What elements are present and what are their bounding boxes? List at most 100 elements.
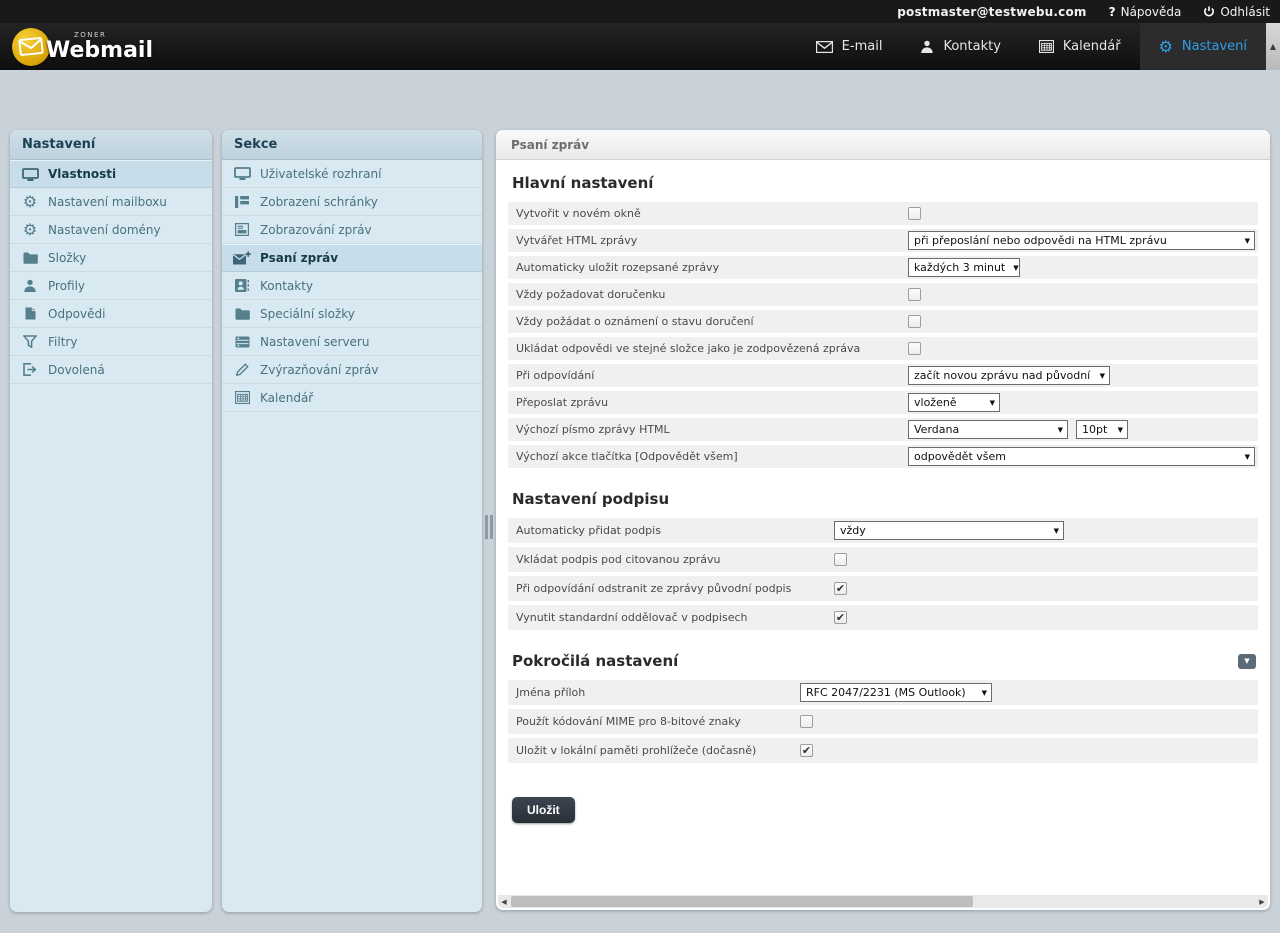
logout-link[interactable]: Odhlásit xyxy=(1203,5,1270,19)
scroll-left-arrow-icon[interactable]: ◀ xyxy=(498,895,510,908)
select-value: vloženě xyxy=(914,396,957,409)
checkbox-unchecked[interactable] xyxy=(908,288,921,301)
section-item-nastaveni-serveru[interactable]: Nastavení serveru xyxy=(222,328,482,356)
collapse-section-button[interactable]: ▼ xyxy=(1238,654,1256,669)
select-dropdown[interactable]: vloženě▼ xyxy=(908,393,1000,412)
setting-label: Vytvořit v novém okně xyxy=(516,207,641,220)
section-item-zobrazovani-zprav[interactable]: Zobrazování zpráv xyxy=(222,216,482,244)
select-dropdown[interactable]: odpovědět všem▼ xyxy=(908,447,1255,466)
sidebar-item-filtry[interactable]: Filtry xyxy=(10,328,212,356)
person-icon xyxy=(920,40,934,54)
sidebar-item-label: Nastavení mailboxu xyxy=(48,195,167,209)
setting-label: Automaticky uložit rozepsané zprávy xyxy=(516,261,719,274)
select-dropdown[interactable]: při přeposlání nebo odpovědi na HTML zpr… xyxy=(908,231,1255,250)
sidebar-item-label: Nastavení serveru xyxy=(260,335,369,349)
nav-item-kontakty[interactable]: Kontakty xyxy=(901,23,1019,70)
user-email: postmaster@testwebu.com xyxy=(897,5,1086,19)
setting-label: Vkládat podpis pod citovanou zprávu xyxy=(516,553,720,566)
help-link[interactable]: ? Nápověda xyxy=(1109,5,1182,19)
calendar-icon xyxy=(1039,40,1054,53)
chevron-down-icon: ▼ xyxy=(1005,264,1018,272)
settings-row: Vytvořit v novém okně xyxy=(508,202,1258,225)
settings-row: Jména přílohRFC 2047/2231 (MS Outlook)▼ xyxy=(508,680,1258,705)
section-pokrocila-nastaveni: Pokročilá nastavení▼Jména přílohRFC 2047… xyxy=(508,652,1258,763)
settings-row: Vytvářet HTML zprávy při přeposlání nebo … xyxy=(508,229,1258,252)
chevron-down-icon: ▼ xyxy=(1237,237,1250,245)
select-dropdown[interactable]: vždy▼ xyxy=(834,521,1064,540)
settings-row: Automaticky přidat podpis vždy▼ xyxy=(508,518,1258,543)
sidebar-item-dovolena[interactable]: Dovolená xyxy=(10,356,212,384)
select-dropdown[interactable]: každých 3 minut▼ xyxy=(908,258,1020,277)
save-button[interactable]: Uložit xyxy=(512,797,575,823)
setting-label: Použít kódování MIME pro 8-bitové znaky xyxy=(516,715,741,728)
chevron-down-icon: ▼ xyxy=(1092,372,1105,380)
checkbox-unchecked[interactable] xyxy=(908,342,921,355)
sidebar-item-vlastnosti[interactable]: Vlastnosti xyxy=(10,160,212,188)
select-dropdown[interactable]: Verdana ▼ xyxy=(908,420,1068,439)
chevron-down-icon: ▼ xyxy=(1046,527,1059,535)
settings-row: Vkládat podpis pod citovanou zprávu xyxy=(508,547,1258,572)
sidebar-item-label: Kontakty xyxy=(260,279,313,293)
monitor-icon xyxy=(20,168,40,181)
sidebar-item-slozky[interactable]: Složky xyxy=(10,244,212,272)
select-dropdown[interactable]: začít novou zprávu nad původní▼ xyxy=(908,366,1110,385)
topbar: postmaster@testwebu.com ? Nápověda Odhlá… xyxy=(0,0,1280,23)
section-sidebar-header: Sekce xyxy=(222,130,482,160)
section-item-kalendar[interactable]: Kalendář xyxy=(222,384,482,412)
document-icon xyxy=(20,307,40,320)
sidebar-item-profily[interactable]: Profily xyxy=(10,272,212,300)
chevron-down-icon: ▼ xyxy=(974,689,987,697)
setting-label: Výchozí akce tlačítka [Odpovědět všem] xyxy=(516,450,738,463)
sidebar-item-label: Uživatelské rozhraní xyxy=(260,167,381,181)
section-item-specialni-slozky[interactable]: Speciální složky xyxy=(222,300,482,328)
nav-scroll-strip[interactable]: ▲ xyxy=(1266,23,1280,70)
contact-card-icon xyxy=(232,279,252,292)
section-item-zobrazeni-schranky[interactable]: Zobrazení schránky xyxy=(222,188,482,216)
select-dropdown[interactable]: RFC 2047/2231 (MS Outlook)▼ xyxy=(800,683,992,702)
checkbox-unchecked[interactable] xyxy=(908,315,921,328)
nav-item-label: Nastavení xyxy=(1182,39,1247,54)
checkbox-checked[interactable]: ✔ xyxy=(834,611,847,624)
nav-item-kalendar[interactable]: Kalendář xyxy=(1020,23,1140,70)
splitter-grip[interactable] xyxy=(485,515,493,539)
section-item-psani-zprav[interactable]: Psaní zpráv xyxy=(222,244,482,272)
sidebar-item-odpovedi[interactable]: Odpovědi xyxy=(10,300,212,328)
chevron-down-icon: ▼ xyxy=(1050,426,1063,434)
chevron-down-icon: ▼ xyxy=(1244,657,1249,665)
checkbox-unchecked[interactable] xyxy=(800,715,813,728)
sidebar-item-label: Psaní zpráv xyxy=(260,251,338,265)
sidebar-item-nastaveni-domeny[interactable]: ⚙Nastavení domény xyxy=(10,216,212,244)
setting-label: Automaticky přidat podpis xyxy=(516,524,661,537)
scrollbar-thumb[interactable] xyxy=(511,896,973,907)
settings-row: Při odpovídánízačít novou zprávu nad pův… xyxy=(508,364,1258,387)
select-value: 10pt xyxy=(1082,423,1107,436)
select-dropdown[interactable]: 10pt▼ xyxy=(1076,420,1128,439)
checkbox-unchecked[interactable] xyxy=(834,553,847,566)
setting-label: Při odpovídání odstranit ze zprávy původ… xyxy=(516,582,791,595)
select-value: Verdana xyxy=(914,423,959,436)
settings-row: Výchozí akce tlačítka [Odpovědět všem] od… xyxy=(508,445,1258,468)
section-item-zvyraznovani-zprav[interactable]: Zvýrazňování zpráv xyxy=(222,356,482,384)
message-view-icon xyxy=(232,223,252,236)
settings-row: Přeposlat zprávuvloženě▼ xyxy=(508,391,1258,414)
sidebar-item-label: Zobrazení schránky xyxy=(260,195,378,209)
checkbox-checked[interactable]: ✔ xyxy=(800,744,813,757)
scroll-right-arrow-icon[interactable]: ▶ xyxy=(1256,895,1268,908)
section-item-uzivatelske-rozhrani[interactable]: Uživatelské rozhraní xyxy=(222,160,482,188)
navbar: ZONER Webmail E-mailKontaktyKalendář⚙Nas… xyxy=(0,23,1280,70)
section-item-kontakty[interactable]: Kontakty xyxy=(222,272,482,300)
section-heading-row: Hlavní nastavení xyxy=(512,174,1256,192)
section-heading-row: Nastavení podpisu xyxy=(512,490,1256,508)
setting-controls: ✔ xyxy=(834,605,1255,630)
gear-icon: ⚙ xyxy=(20,194,40,210)
nav-item-nastaveni[interactable]: ⚙Nastavení xyxy=(1140,23,1266,70)
mailbox-list-icon xyxy=(232,196,252,208)
section-nastaveni-podpisu: Nastavení podpisu Automaticky přidat podp… xyxy=(508,490,1258,630)
checkbox-unchecked[interactable] xyxy=(908,207,921,220)
exit-icon xyxy=(20,363,40,376)
setting-label: Výchozí písmo zprávy HTML xyxy=(516,423,670,436)
checkbox-checked[interactable]: ✔ xyxy=(834,582,847,595)
setting-label: Vytvářet HTML zprávy xyxy=(516,234,637,247)
nav-item-e-mail[interactable]: E-mail xyxy=(797,23,902,70)
sidebar-item-nastaveni-mailboxu[interactable]: ⚙ Nastavení mailboxu xyxy=(10,188,212,216)
